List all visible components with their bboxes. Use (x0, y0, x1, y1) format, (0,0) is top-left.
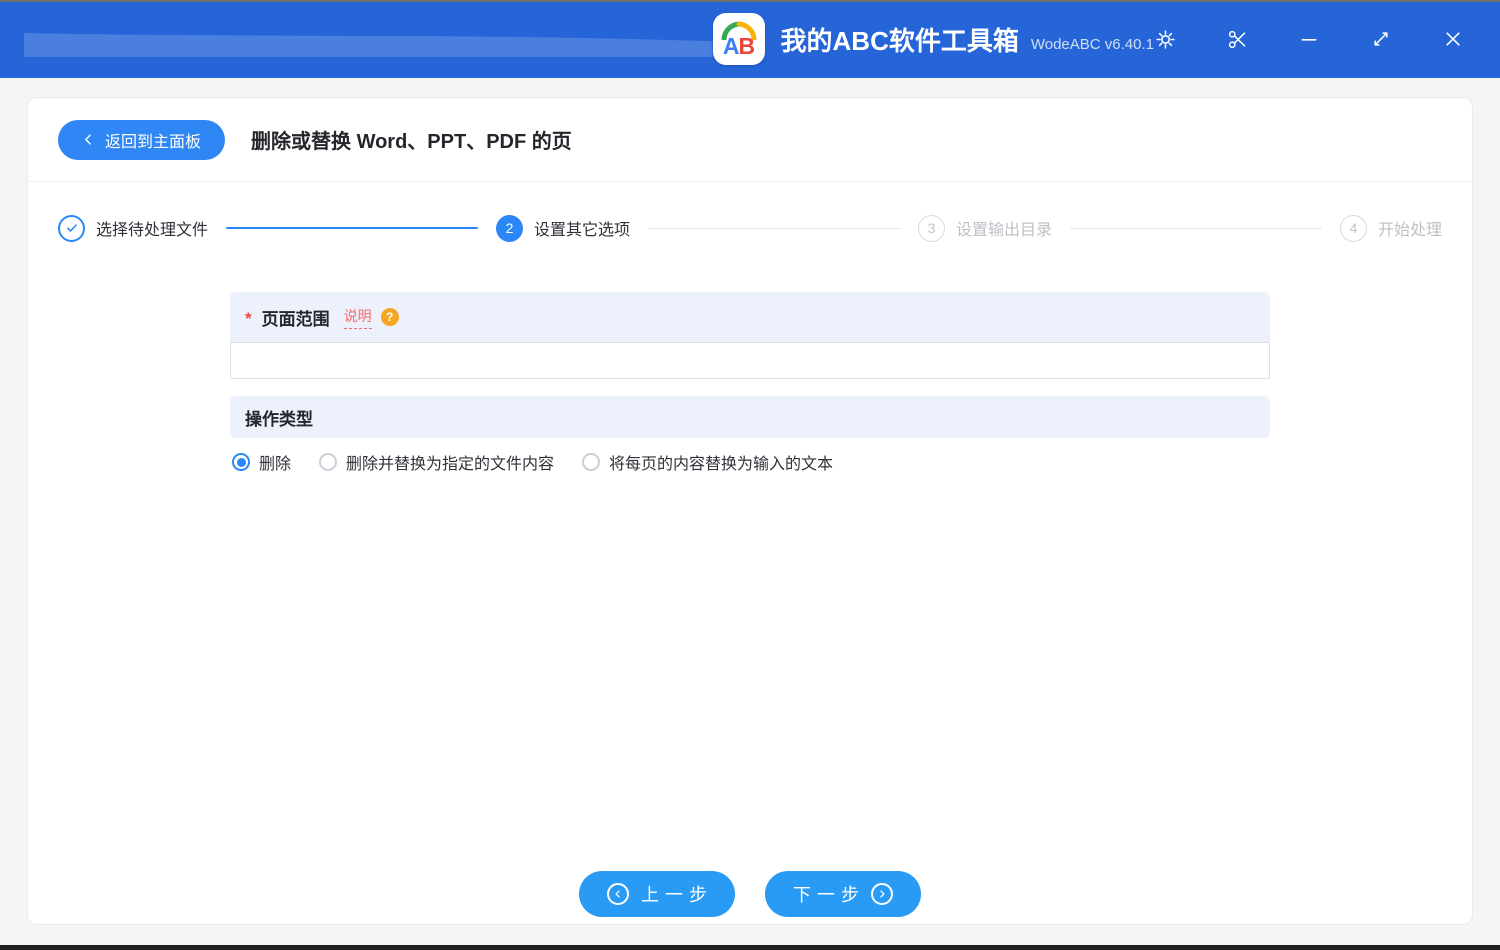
previous-step-label: 上一步 (641, 881, 713, 907)
minimize-icon[interactable] (1298, 28, 1320, 50)
step-start-processing: 4 开始处理 (1340, 215, 1442, 242)
page-range-section-header: * 页面范围 说明 ? (230, 292, 1270, 342)
operation-type-label: 操作类型 (245, 405, 313, 430)
main-card: 返回到主面板 删除或替换 Word、PPT、PDF 的页 选择待处理文件 2 设… (27, 97, 1473, 925)
question-mark-icon[interactable]: ? (381, 308, 399, 326)
chevron-left-icon (82, 133, 95, 146)
next-step-button[interactable]: 下一步 (765, 871, 921, 917)
page-range-label: 页面范围 (262, 305, 330, 330)
step2-active-circle: 2 (496, 215, 523, 242)
app-logo: AB (713, 13, 765, 65)
back-to-dashboard-button[interactable]: 返回到主面板 (58, 120, 225, 160)
step1-done-circle (58, 215, 85, 242)
required-asterisk: * (245, 309, 252, 329)
previous-step-button[interactable]: 上一步 (579, 871, 735, 917)
check-icon (65, 221, 79, 235)
settings-gear-icon[interactable] (1154, 28, 1176, 50)
step3-label: 设置输出目录 (956, 216, 1052, 240)
page-range-input[interactable] (230, 342, 1270, 379)
options-form: * 页面范围 说明 ? 操作类型 删除 删除并替换为指定的文件内容 (230, 292, 1270, 474)
step-set-options: 2 设置其它选项 (496, 215, 630, 242)
desktop-edge-bottom (0, 945, 1500, 950)
radio-option-replace-with-text-label: 将每页的内容替换为输入的文本 (609, 450, 833, 474)
operation-type-section-header: 操作类型 (230, 396, 1270, 438)
titlebar-icons (1154, 28, 1464, 50)
step-connector-done (226, 227, 478, 229)
radio-unselected-icon[interactable] (319, 453, 337, 471)
step-connector (1070, 228, 1322, 229)
circle-arrow-left-icon (607, 883, 629, 905)
step1-label: 选择待处理文件 (96, 216, 208, 240)
radio-option-delete-replace-file[interactable]: 删除并替换为指定的文件内容 (319, 450, 554, 474)
circle-arrow-right-icon (871, 883, 893, 905)
step4-label: 开始处理 (1378, 216, 1442, 240)
radio-option-delete[interactable]: 删除 (232, 450, 291, 474)
step-output-directory: 3 设置输出目录 (918, 215, 1052, 242)
step4-pending-circle: 4 (1340, 215, 1367, 242)
step-select-files: 选择待处理文件 (58, 215, 208, 242)
wizard-footer: 上一步 下一步 (28, 871, 1472, 917)
card-header: 返回到主面板 删除或替换 Word、PPT、PDF 的页 (28, 98, 1472, 182)
step-connector (648, 228, 900, 229)
maximize-icon[interactable] (1370, 28, 1392, 50)
operation-type-options: 删除 删除并替换为指定的文件内容 将每页的内容替换为输入的文本 (230, 450, 1270, 474)
step2-label: 设置其它选项 (534, 216, 630, 240)
radio-selected-icon[interactable] (232, 453, 250, 471)
close-icon[interactable] (1442, 28, 1464, 50)
radio-option-replace-with-text[interactable]: 将每页的内容替换为输入的文本 (582, 450, 833, 474)
logo-letter-a: A (723, 33, 739, 59)
step-indicator: 选择待处理文件 2 设置其它选项 3 设置输出目录 4 开始处理 (58, 206, 1442, 250)
next-step-label: 下一步 (793, 881, 865, 907)
app-title: 我的ABC软件工具箱 (781, 21, 1019, 58)
app-version: WodeABC v6.40.1 (1031, 36, 1154, 53)
window-body: 返回到主面板 删除或替换 Word、PPT、PDF 的页 选择待处理文件 2 设… (0, 78, 1500, 945)
scissors-icon[interactable] (1226, 28, 1248, 50)
step3-pending-circle: 3 (918, 215, 945, 242)
desktop-edge-top (0, 0, 1500, 2)
back-button-label: 返回到主面板 (105, 128, 201, 152)
radio-option-delete-label: 删除 (259, 450, 291, 474)
logo-letter-b: B (739, 33, 755, 59)
page-range-help-link[interactable]: 说明 (344, 306, 372, 329)
radio-option-delete-replace-file-label: 删除并替换为指定的文件内容 (346, 450, 554, 474)
logo-letters: AB (713, 33, 765, 60)
titlebar-wave-decoration (24, 0, 713, 78)
page-title: 删除或替换 Word、PPT、PDF 的页 (251, 125, 572, 154)
radio-unselected-icon[interactable] (582, 453, 600, 471)
titlebar: AB 我的ABC软件工具箱 WodeABC v6.40.1 (0, 0, 1500, 78)
